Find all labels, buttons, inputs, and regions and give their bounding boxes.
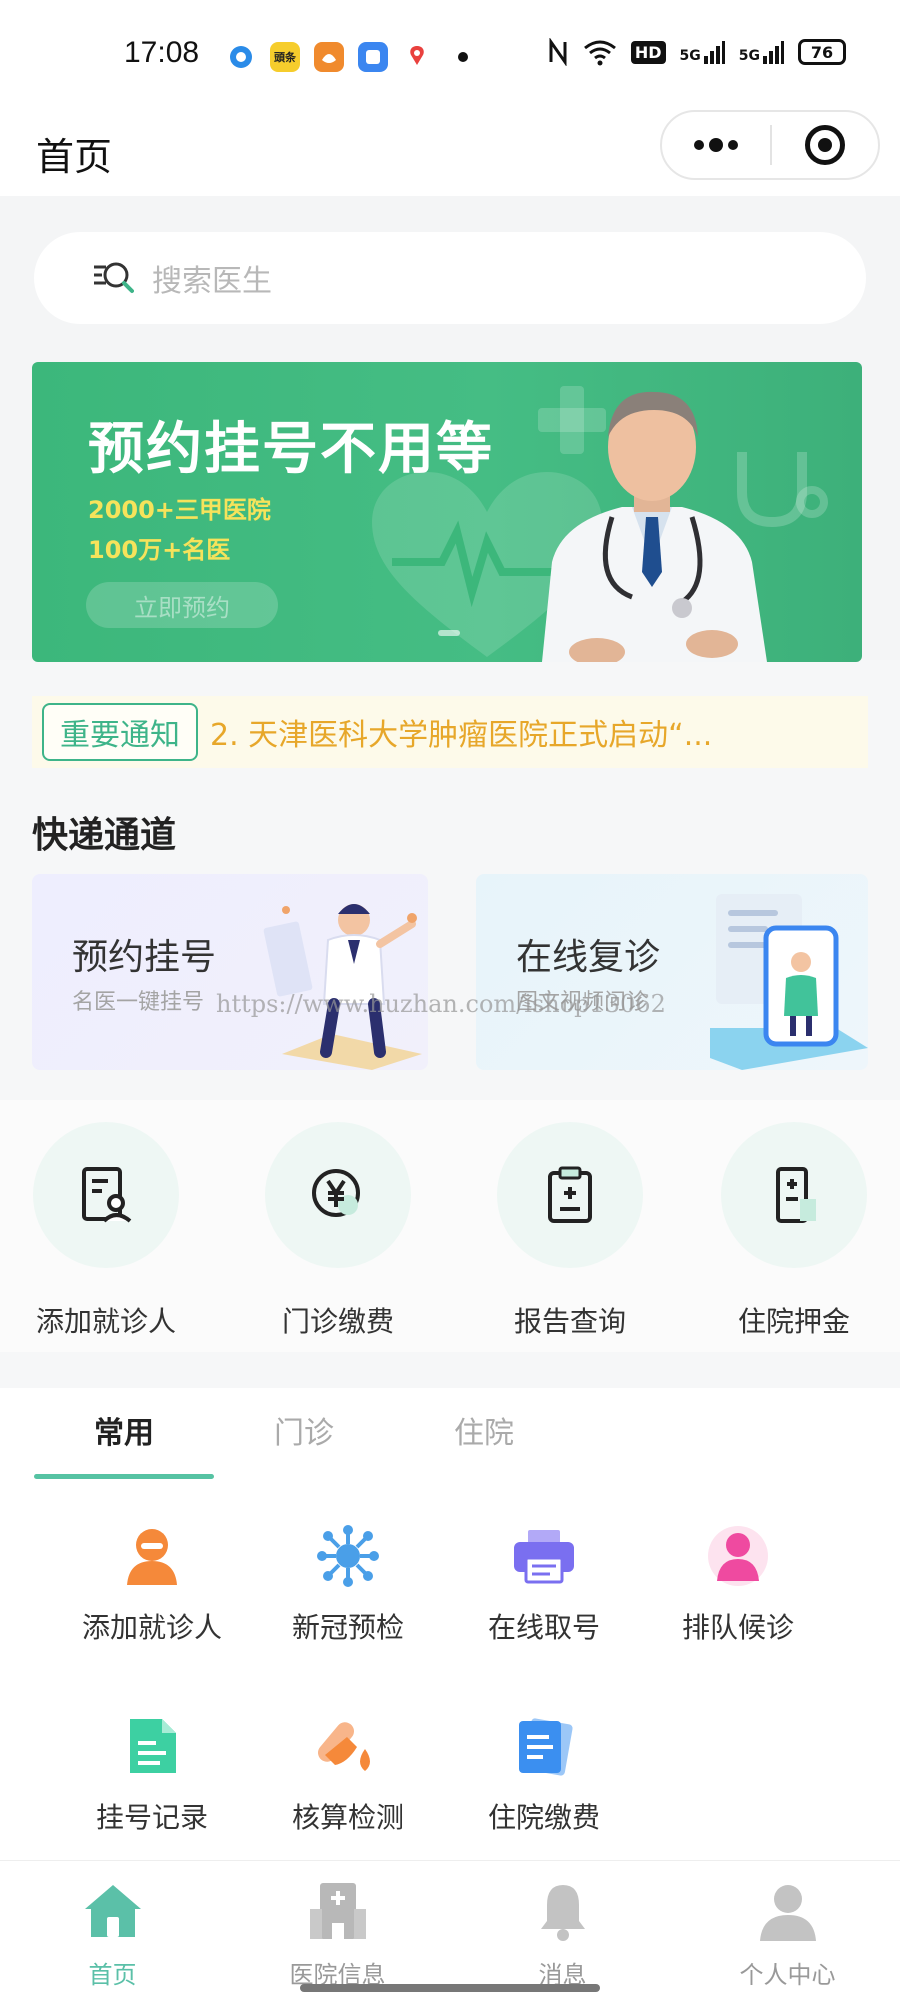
phone-consult-illustration bbox=[710, 894, 868, 1070]
banner-section: 预约挂号不用等 2000+三甲医院 100万+名医 立即预约 bbox=[0, 360, 900, 662]
notice-bar[interactable]: 重要通知 2. 天津医科大学肿瘤医院正式启动“... bbox=[32, 696, 868, 768]
appointment-card[interactable]: 预约挂号 名医一键挂号 bbox=[32, 874, 428, 1070]
service-registration-record[interactable]: 挂号记录 bbox=[54, 1714, 250, 1836]
service-label: 住院缴费 bbox=[487, 1801, 600, 1834]
online-revisit-card[interactable]: 在线复诊 图文视频问诊 bbox=[476, 874, 868, 1070]
nav-header: 首页 bbox=[0, 110, 900, 196]
test-tube-icon bbox=[316, 1714, 380, 1778]
tab-inpatient[interactable]: 住院 bbox=[394, 1408, 574, 1452]
shortcut-outpatient-payment[interactable]: 门诊缴费 bbox=[248, 1122, 428, 1340]
tabbar-home[interactable]: 首页 bbox=[0, 1879, 225, 1990]
quick-channel-title: 快递通道 bbox=[32, 815, 177, 856]
virus-icon bbox=[316, 1524, 380, 1588]
active-tab-underline bbox=[34, 1474, 214, 1479]
doctor-illustration bbox=[542, 391, 767, 662]
more-button[interactable] bbox=[662, 112, 770, 178]
banner-doctors-count: 100万+名医 bbox=[88, 536, 231, 564]
search-icon bbox=[94, 262, 134, 293]
service-label: 在线取号 bbox=[487, 1611, 600, 1644]
signal-5g-2: 5G bbox=[739, 40, 784, 64]
user-icon bbox=[759, 1885, 816, 1941]
tabbar-messages[interactable]: 消息 bbox=[450, 1879, 675, 1990]
banner-hospitals-count: 2000+三甲医院 bbox=[88, 496, 271, 524]
hospital-deposit-icon bbox=[721, 1122, 867, 1268]
shortcut-label: 添加就诊人 bbox=[35, 1305, 176, 1338]
printer-icon bbox=[512, 1524, 576, 1588]
service-nucleic-test[interactable]: 核算检测 bbox=[250, 1714, 446, 1836]
bottom-tab-bar: 首页 医院信息 消息 个人中心 bbox=[0, 1860, 900, 2000]
hospital-icon bbox=[309, 1883, 366, 1939]
service-tabs: 常用 门诊 住院 bbox=[0, 1408, 900, 1479]
shortcut-hospital-deposit[interactable]: 住院押金 bbox=[704, 1122, 884, 1340]
files-app-icon bbox=[358, 42, 388, 72]
search-placeholder: 搜索医生 bbox=[152, 264, 272, 299]
home-indicator bbox=[300, 1984, 600, 1992]
shortcut-report-query[interactable]: 报告查询 bbox=[480, 1122, 660, 1340]
more-dots-icon bbox=[694, 138, 738, 152]
search-section: 搜索医生 bbox=[0, 196, 900, 360]
patient-card-icon bbox=[33, 1122, 179, 1268]
status-indicators: HD 5G 5G 76 bbox=[547, 38, 846, 66]
status-app-icons: 頭条 bbox=[226, 42, 468, 72]
shortcut-label: 住院押金 bbox=[737, 1305, 850, 1338]
status-time: 17:08 bbox=[124, 36, 200, 69]
mini-program-capsule bbox=[660, 110, 880, 180]
online-revisit-card-title: 在线复诊 bbox=[516, 937, 661, 978]
service-label: 新冠预检 bbox=[291, 1611, 404, 1644]
wifi-icon bbox=[583, 40, 616, 66]
document-green-icon bbox=[120, 1714, 184, 1778]
shortcut-add-patient[interactable]: 添加就诊人 bbox=[16, 1122, 196, 1340]
service-add-patient[interactable]: 添加就诊人 bbox=[54, 1524, 250, 1646]
service-queue-waiting[interactable]: 排队候诊 bbox=[640, 1524, 836, 1646]
person-orange-icon bbox=[120, 1524, 184, 1588]
notice-tag: 重要通知 bbox=[42, 703, 198, 761]
notification-dot bbox=[458, 52, 468, 62]
close-mini-program-button[interactable] bbox=[772, 112, 878, 178]
tabbar-hospital-info[interactable]: 医院信息 bbox=[225, 1879, 450, 1990]
person-pink-icon bbox=[706, 1524, 770, 1588]
appointment-card-title: 预约挂号 bbox=[72, 937, 217, 978]
yuan-coin-icon bbox=[265, 1122, 411, 1268]
shortcut-label: 报告查询 bbox=[513, 1305, 626, 1338]
tabbar-label: 首页 bbox=[88, 1961, 137, 1989]
clipboard-report-icon bbox=[497, 1122, 643, 1268]
tab-outpatient[interactable]: 门诊 bbox=[214, 1408, 394, 1452]
promo-banner[interactable]: 预约挂号不用等 2000+三甲医院 100万+名医 立即预约 bbox=[32, 362, 862, 662]
services-section: 常用 门诊 住院 添加就诊人 新冠预检 在线取号 排队候诊 挂号记录 核算检测 … bbox=[0, 1388, 900, 1860]
shortcut-grid: 添加就诊人 门诊缴费 报告查询 住院押金 bbox=[0, 1100, 900, 1352]
page-title: 首页 bbox=[36, 135, 113, 179]
book-now-button[interactable]: 立即预约 bbox=[86, 582, 278, 628]
watermark-text: https://www.huzhan.com/ishop13062 bbox=[216, 990, 666, 1018]
battery-indicator: 76 bbox=[798, 39, 846, 65]
browser-app-icon bbox=[226, 42, 256, 72]
search-input[interactable]: 搜索医生 bbox=[34, 232, 866, 324]
service-label: 排队候诊 bbox=[681, 1611, 794, 1644]
target-icon bbox=[805, 125, 845, 165]
home-icon bbox=[84, 1885, 141, 1937]
banner-title: 预约挂号不用等 bbox=[88, 417, 494, 482]
service-covid-precheck[interactable]: 新冠预检 bbox=[250, 1524, 446, 1646]
bell-icon bbox=[540, 1885, 585, 1941]
service-inpatient-payment[interactable]: 住院缴费 bbox=[446, 1714, 642, 1836]
news-app-icon: 頭条 bbox=[270, 42, 300, 72]
status-bar: 17:08 頭条 HD 5G 5G 76 bbox=[0, 0, 900, 110]
notice-text: 2. 天津医科大学肿瘤医院正式启动“... bbox=[210, 718, 713, 753]
service-label: 挂号记录 bbox=[95, 1801, 208, 1834]
service-label: 添加就诊人 bbox=[81, 1611, 222, 1644]
service-online-ticket[interactable]: 在线取号 bbox=[446, 1524, 642, 1646]
shortcut-label: 门诊缴费 bbox=[281, 1305, 394, 1338]
tabbar-label: 个人中心 bbox=[739, 1961, 836, 1989]
nfc-icon bbox=[549, 38, 567, 66]
uc-browser-app-icon bbox=[314, 42, 344, 72]
appointment-card-subtitle: 名医一键挂号 bbox=[72, 990, 205, 1015]
tab-common[interactable]: 常用 bbox=[34, 1408, 214, 1452]
doctor-cartoon-illustration bbox=[263, 904, 422, 1070]
service-label: 核算检测 bbox=[291, 1801, 404, 1834]
hd-badge: HD bbox=[630, 40, 666, 64]
map-app-icon bbox=[402, 42, 432, 72]
document-blue-icon bbox=[512, 1714, 576, 1778]
banner-page-indicator bbox=[438, 630, 460, 636]
tabbar-profile[interactable]: 个人中心 bbox=[675, 1879, 900, 1990]
signal-5g-1: 5G bbox=[680, 40, 725, 64]
